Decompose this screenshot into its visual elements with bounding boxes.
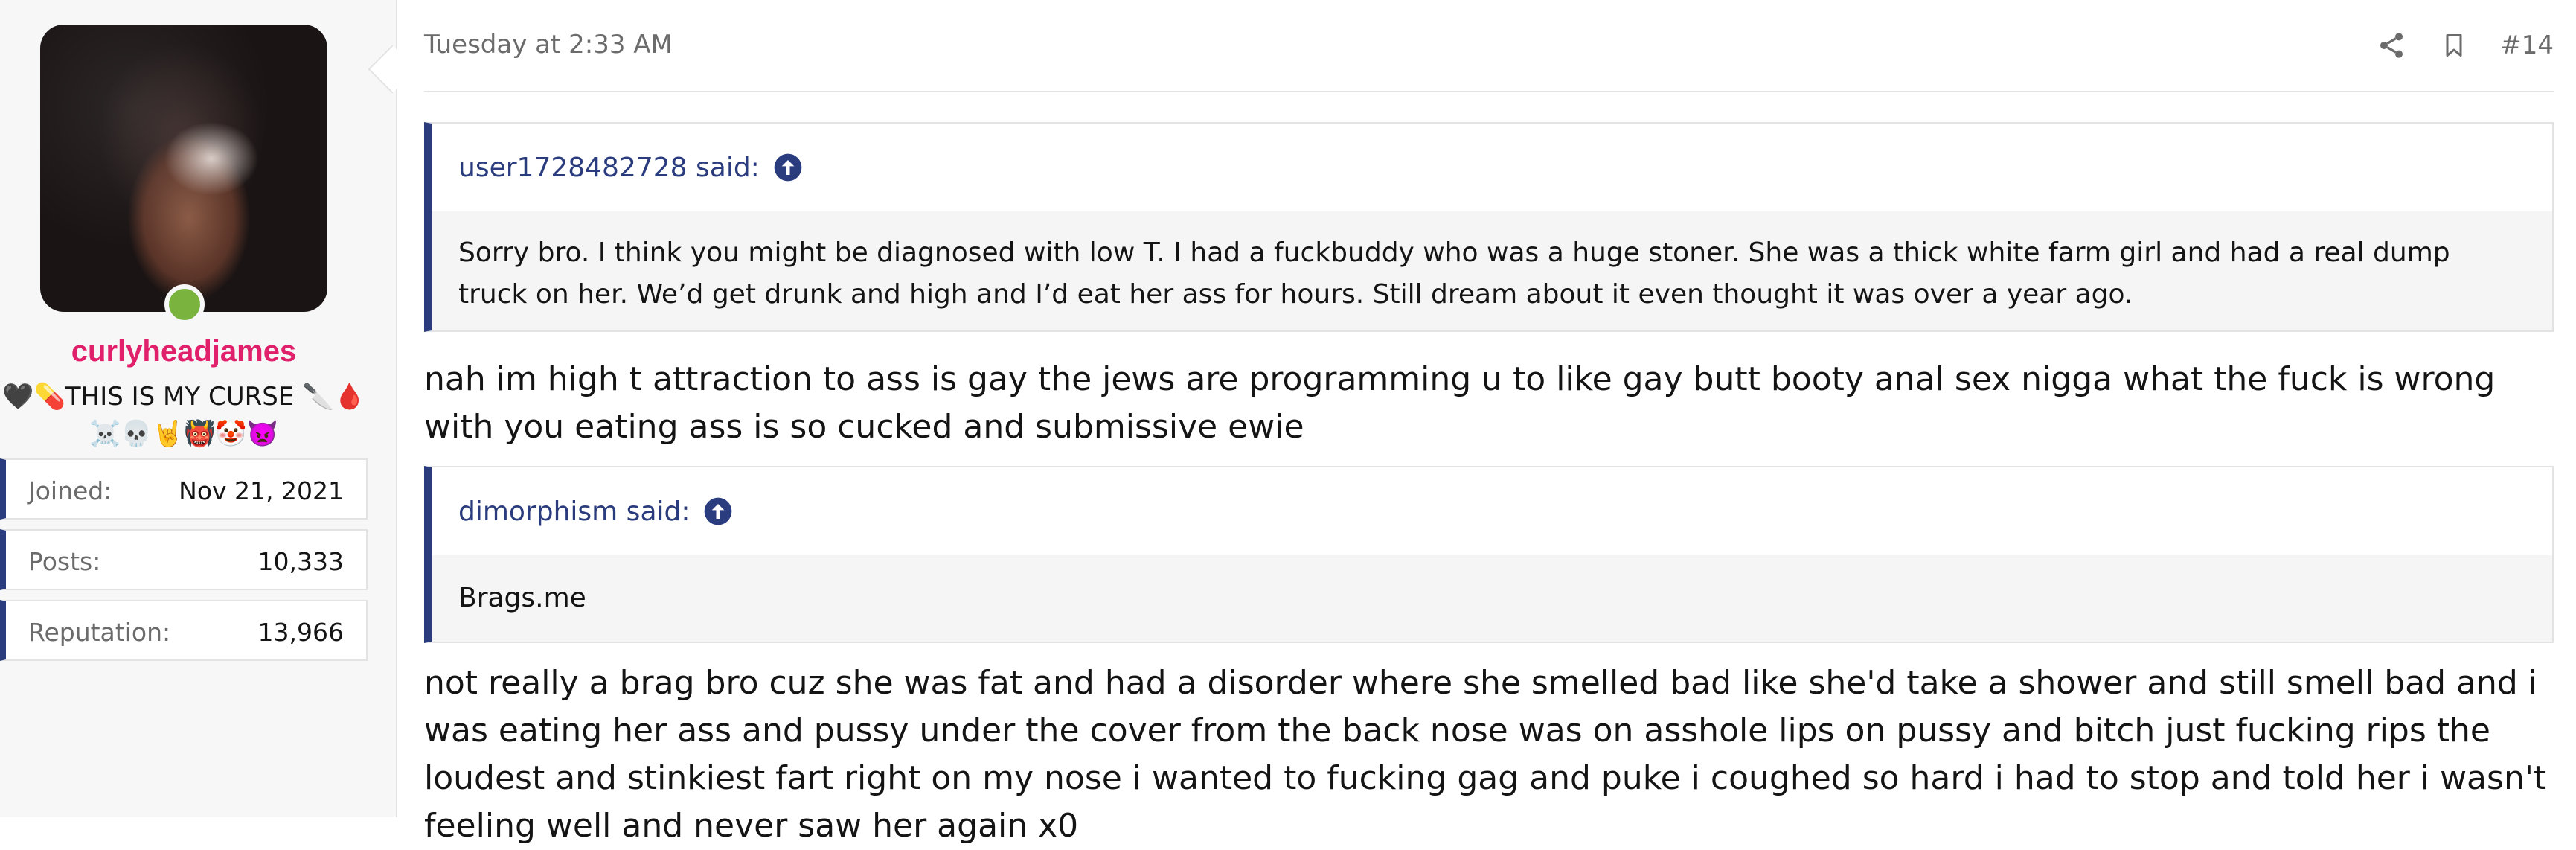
title-text: THIS IS MY CURSE bbox=[65, 382, 295, 412]
quote-header: dimorphism said: bbox=[432, 467, 2552, 555]
title-emoji-prefix: 🖤💊 bbox=[2, 382, 65, 412]
user-sidebar: curlyheadjames 🖤💊THIS IS MY CURSE 🔪🩸 ☠️💀… bbox=[0, 0, 397, 817]
quote-header: user1728482728 said: bbox=[432, 124, 2552, 211]
reply-text: not really a brag bro cuz she was fat an… bbox=[424, 664, 2547, 845]
user-stats: Joined: Nov 21, 2021 Posts: 10,333 Reput… bbox=[0, 458, 368, 671]
user-title: 🖤💊THIS IS MY CURSE 🔪🩸 ☠️💀🤘👹🤡👿 bbox=[0, 378, 368, 453]
stat-value: 13,966 bbox=[257, 618, 344, 647]
online-status-indicator bbox=[164, 284, 205, 325]
stat-posts: Posts: 10,333 bbox=[0, 529, 368, 590]
stat-value: Nov 21, 2021 bbox=[179, 476, 344, 505]
arrow-up-circle-icon[interactable] bbox=[773, 153, 803, 182]
stat-value: 10,333 bbox=[257, 547, 344, 576]
quote-block: user1728482728 said: Sorry bro. I think … bbox=[424, 122, 2554, 332]
share-icon[interactable] bbox=[2375, 29, 2408, 62]
stat-label: Joined: bbox=[28, 476, 112, 505]
avatar[interactable] bbox=[40, 25, 327, 312]
stat-label: Posts: bbox=[28, 547, 101, 576]
post-actions: #14 bbox=[2375, 27, 2554, 64]
quote-text: Sorry bro. I think you might be diagnose… bbox=[432, 211, 2552, 330]
stat-label: Reputation: bbox=[28, 618, 171, 647]
post-number-link[interactable]: #14 bbox=[2500, 31, 2554, 60]
quote-block: dimorphism said: Brags.me bbox=[424, 466, 2554, 643]
username-link[interactable]: curlyheadjames bbox=[0, 335, 368, 368]
arrow-up-circle-icon[interactable] bbox=[703, 496, 733, 526]
title-emoji-line: ☠️💀🤘👹🤡👿 bbox=[89, 419, 278, 449]
reply-text: nah im high t attraction to ass is gay t… bbox=[424, 360, 2496, 446]
bookmark-icon[interactable] bbox=[2438, 29, 2470, 62]
stat-joined: Joined: Nov 21, 2021 bbox=[0, 458, 368, 520]
quote-author[interactable]: user1728482728 said: bbox=[458, 153, 760, 183]
stat-reputation: Reputation: 13,966 bbox=[0, 600, 368, 661]
header-divider bbox=[424, 91, 2554, 92]
post-timestamp[interactable]: Tuesday at 2:33 AM bbox=[424, 30, 673, 60]
title-emoji-suffix: 🔪🩸 bbox=[302, 382, 365, 412]
quote-text: Brags.me bbox=[432, 555, 2552, 642]
quote-author[interactable]: dimorphism said: bbox=[458, 496, 690, 527]
